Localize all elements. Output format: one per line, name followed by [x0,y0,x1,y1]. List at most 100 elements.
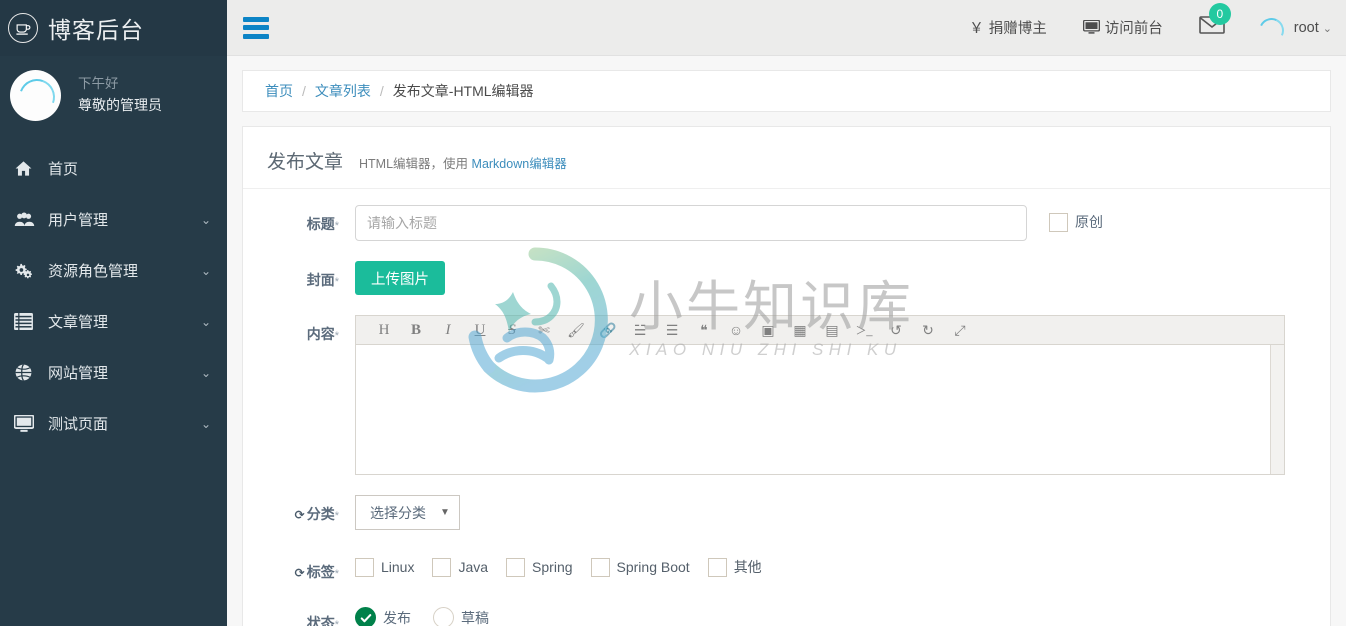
tags-checkbox-group: Linux Java Spring Spring Boot 其他 [355,550,780,577]
label-content-text: 内容 [306,326,335,342]
user-menu-label: root ⌄ [1294,20,1332,36]
label-title-text: 标题 [306,216,335,232]
form-row-title: 标题* 原创 [243,205,1330,241]
user-name: 尊敬的管理员 [78,97,162,114]
markdown-editor-link[interactable]: Markdown编辑器 [472,157,567,171]
refresh-icon-tags[interactable]: ⟳ [295,566,305,580]
ordered-list-icon[interactable]: ☰ [656,316,688,344]
sidebar-item-site[interactable]: 网站管理 ⌄ [0,347,227,398]
hamburger-bar [243,16,269,22]
undo-icon[interactable]: ↺ [880,316,912,344]
html-editor: H B I U S ✄ 🖌 🔗 ☱ ☰ ❝ ☺ ▣ ▦ ▤ ＞_ ↺ ↻ ⤢ [355,315,1285,475]
brand-title: 博客后台 [48,17,144,43]
chevron-down-icon-user: ⌄ [1322,22,1332,35]
underline-icon[interactable]: U [464,316,496,344]
sidebar: 博客后台 下午好 尊敬的管理员 首页 用户管理 ⌄ 资源角色管理 ⌄ 文章管理 … [0,0,227,626]
category-select[interactable]: 选择分类 ▼ [355,495,460,530]
tag-label: Spring [532,559,573,575]
original-checkbox[interactable] [1049,212,1068,232]
brand-header[interactable]: 博客后台 [0,0,227,56]
breadcrumb-home[interactable]: 首页 [265,81,293,101]
terminal-icon[interactable]: ＞_ [848,316,880,344]
original-checkbox-label: 原创 [1075,214,1103,230]
sidebar-item-test-page[interactable]: 测试页面 ⌄ [0,398,227,449]
sidebar-label-home: 首页 [48,161,79,178]
breadcrumb-separator: / [379,83,384,99]
strikethrough-icon[interactable]: S [496,316,528,344]
form-row-cover: 封面* 上传图片 [243,261,1330,295]
link-icon[interactable]: 🔗 [592,316,624,344]
italic-icon[interactable]: I [432,316,464,344]
status-radio-draft[interactable]: 草稿 [433,607,489,626]
message-count-badge: 0 [1208,3,1231,25]
heading-icon[interactable]: H [368,316,400,344]
redo-icon[interactable]: ↻ [912,316,944,344]
original-checkbox-group: 原创 [1049,205,1103,232]
editor-scrollbar[interactable] [1270,345,1284,474]
image-icon[interactable]: ▣ [752,316,784,344]
tag-checkbox-linux[interactable] [355,557,374,577]
chevron-down-icon-test-page: ⌄ [200,416,211,431]
label-tags-text: 标签 [306,564,335,580]
form-row-status: 状态* 发布 草稿 [243,602,1330,626]
hamburger-icon[interactable] [243,16,269,39]
users-icon [14,210,40,229]
breadcrumb-article-list[interactable]: 文章列表 [315,81,371,101]
required-mark: * [334,220,339,232]
monitor-icon [1082,20,1100,35]
bold-icon[interactable]: B [400,316,432,344]
refresh-icon-category[interactable]: ⟳ [295,508,305,522]
fullscreen-icon[interactable]: ⤢ [944,316,976,344]
required-mark: * [334,276,339,288]
sidebar-label-articles: 文章管理 [48,314,109,331]
sidebar-item-users[interactable]: 用户管理 ⌄ [0,194,227,245]
list-icon [14,313,40,330]
tag-label: Spring Boot [616,559,690,575]
breadcrumb-current: 发布文章-HTML编辑器 [392,83,534,99]
quote-icon[interactable]: ❝ [688,316,720,344]
chevron-down-icon-users: ⌄ [200,212,211,227]
code-block-icon[interactable]: ▤ [816,316,848,344]
status-radio-group: 发布 草稿 [355,602,511,626]
table-icon[interactable]: ▦ [784,316,816,344]
tag-checkbox-java[interactable] [432,557,452,577]
required-mark: * [334,568,339,580]
emoji-icon[interactable]: ☺ [720,316,752,344]
brush-icon[interactable]: 🖌 [560,316,592,344]
donate-label: 捐赠博主 [988,21,1047,37]
label-cover: 封面* [243,261,355,290]
tag-checkbox-其他[interactable] [707,557,727,577]
sidebar-item-resource-role[interactable]: 资源角色管理 ⌄ [0,245,227,296]
visit-frontend-button[interactable]: 访问前台 [1065,17,1181,38]
sidebar-item-home[interactable]: 首页 [0,143,227,194]
eraser-icon[interactable]: ✄ [528,316,560,344]
label-category: ⟳ 分类* [243,495,355,524]
chevron-down-icon-site: ⌄ [200,365,211,380]
title-input[interactable] [355,205,1027,241]
tag-option: Java [432,557,488,577]
tag-checkbox-spring[interactable] [506,557,526,577]
messages-button[interactable]: 0 [1181,3,1241,40]
editor-toolbar: H B I U S ✄ 🖌 🔗 ☱ ☰ ❝ ☺ ▣ ▦ ▤ ＞_ ↺ ↻ ⤢ [356,316,1284,345]
user-menu[interactable]: root ⌄ [1241,13,1332,43]
label-category-text: 分类 [306,506,335,522]
status-radio-label: 草稿 [461,609,489,626]
tag-label: Linux [381,559,415,575]
form-row-content: 内容* H B I U S ✄ 🖌 🔗 ☱ ☰ ❝ ☺ ▣ ▦ ▤ ＞_ ↺ ↻ ⤢ [243,315,1330,475]
label-cover-text: 封面 [306,272,335,288]
yen-icon: ￥ [969,21,984,37]
required-mark: * [334,619,339,626]
tag-checkbox-spring-boot[interactable] [590,557,610,577]
upload-image-button[interactable]: 上传图片 [355,261,445,295]
sidebar-item-articles[interactable]: 文章管理 ⌄ [0,296,227,347]
card-subtitle-text: HTML编辑器，使用 [359,157,469,171]
sidebar-label-site: 网站管理 [48,365,109,382]
status-radio-published[interactable]: 发布 [355,607,411,626]
globe-icon [14,363,40,382]
unordered-list-icon[interactable]: ☱ [624,316,656,344]
avatar [10,70,61,121]
editor-textarea[interactable] [356,345,1284,474]
donate-button[interactable]: ￥ 捐赠博主 [951,17,1065,38]
article-form: 标题* 原创 封面* 上传图片 内容* [243,189,1330,626]
label-title: 标题* [243,205,355,234]
